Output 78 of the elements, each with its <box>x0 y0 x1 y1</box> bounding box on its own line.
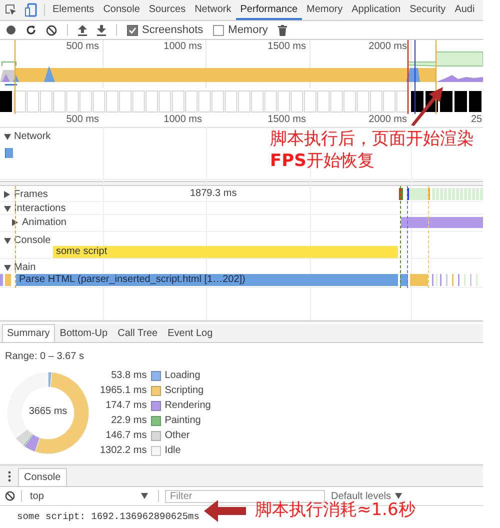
detail-tab[interactable]: Bottom-Up <box>54 324 113 342</box>
time-value: 1965.1 ms <box>100 385 147 396</box>
category-label: Rendering <box>164 400 211 411</box>
annotation-text: FPS开始恢复 <box>270 151 374 171</box>
collapsed-triangle-icon[interactable] <box>4 191 10 198</box>
caret-icon <box>395 493 402 499</box>
frame-duration: 1879.3 ms <box>190 188 237 199</box>
panel-tab[interactable]: Network <box>190 0 236 20</box>
panel-tab[interactable]: Console <box>98 0 144 20</box>
record-icon[interactable] <box>6 25 16 35</box>
console-time-bar[interactable]: some script <box>53 246 398 258</box>
time-tick-label: 1000 ms <box>164 41 202 52</box>
expanded-triangle-icon[interactable] <box>4 134 11 140</box>
time-tick-label: 25 <box>471 114 482 125</box>
time-tick-label: 500 ms <box>66 41 99 52</box>
annotation-arrow <box>204 500 246 522</box>
expanded-triangle-icon[interactable] <box>4 264 11 270</box>
panel-tab[interactable]: Audi <box>450 0 480 20</box>
annotation-text: 脚本执行后，页面开始渲染 <box>270 129 474 149</box>
track-label[interactable]: Console <box>14 235 51 246</box>
levels-select[interactable]: Default levels <box>331 490 402 502</box>
annotation-text: 脚本执行消耗≈1.6秒 <box>255 500 416 520</box>
reload-icon[interactable] <box>26 25 36 35</box>
category-label: Idle <box>164 445 182 456</box>
expanded-triangle-icon[interactable] <box>4 206 11 212</box>
network-request-bar <box>5 148 13 158</box>
checkbox[interactable] <box>213 24 224 36</box>
parse-html-bar[interactable]: Parse HTML (parser_inserted_script.html [1…202]) <box>16 274 398 286</box>
caret-icon <box>141 493 148 499</box>
filter-field[interactable]: Filter <box>165 490 325 502</box>
time-tick-label: 2000 ms <box>368 41 407 52</box>
device-icon[interactable] <box>25 3 37 17</box>
annotation-arrow <box>410 86 444 126</box>
category-label: Scripting <box>164 385 205 396</box>
track-label[interactable]: Animation <box>22 216 66 228</box>
context-select[interactable]: top <box>28 490 152 502</box>
checkbox-label: Memory <box>228 24 268 36</box>
total-time: 3665 ms <box>28 406 68 417</box>
more-options-icon[interactable] <box>8 470 11 482</box>
time-tick-label: 1000 ms <box>164 114 202 125</box>
checkbox[interactable] <box>127 24 138 36</box>
time-tick-label: 1500 ms <box>268 114 306 125</box>
time-value: 146.7 ms <box>104 430 147 441</box>
panel-tab[interactable]: Performance <box>236 0 302 20</box>
time-value: 174.7 ms <box>104 400 147 411</box>
panel-tab[interactable]: Application <box>347 0 406 20</box>
clear-icon[interactable] <box>46 24 57 36</box>
time-tick-label: 2000 ms <box>368 114 407 125</box>
time-value: 1302.2 ms <box>100 445 147 456</box>
panel-tab[interactable]: Memory <box>302 0 348 20</box>
panel-tab[interactable]: Security <box>405 0 450 20</box>
clear-icon[interactable] <box>5 491 15 501</box>
drawer-tab[interactable]: Console <box>18 468 67 486</box>
time-value: 22.9 ms <box>110 415 147 426</box>
collapsed-triangle-icon[interactable] <box>12 218 18 226</box>
time-value: 53.8 ms <box>110 370 147 381</box>
console-message: some script: 1692.136962890625ms <box>17 511 200 522</box>
detail-tab[interactable]: Call Tree <box>112 324 163 342</box>
expanded-triangle-icon[interactable] <box>4 238 11 244</box>
category-label: Other <box>164 430 191 441</box>
track-label[interactable]: Main <box>14 262 36 273</box>
detail-tab[interactable]: Event Log <box>162 324 218 342</box>
time-tick-label: 500 ms <box>66 114 99 125</box>
detail-tab[interactable]: Summary <box>2 324 55 342</box>
track-label[interactable]: Interactions <box>14 203 66 214</box>
panel-tab[interactable]: Sources <box>144 0 190 20</box>
trash-icon[interactable] <box>278 24 287 36</box>
checkbox-label: Screenshots <box>142 24 204 36</box>
time-tick-label: 1500 ms <box>268 41 306 52</box>
category-label: Painting <box>164 415 202 426</box>
panel-tab[interactable]: Elements <box>48 0 99 20</box>
track-label[interactable]: Frames <box>14 189 48 200</box>
track-label[interactable]: Network <box>14 131 51 142</box>
inspect-icon[interactable] <box>5 4 17 16</box>
download-icon[interactable] <box>97 24 106 36</box>
range-text: Range: 0 – 3.67 s <box>4 350 85 362</box>
upload-icon[interactable] <box>78 24 87 36</box>
category-label: Loading <box>164 370 202 381</box>
